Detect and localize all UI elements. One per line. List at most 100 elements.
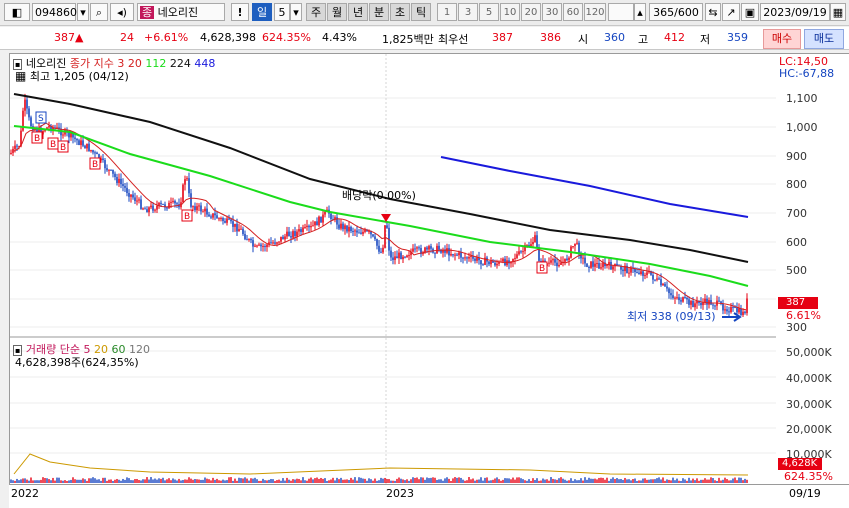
- period-second-button[interactable]: 초: [390, 3, 410, 21]
- candle-body: [298, 229, 300, 232]
- volume-bar: [556, 479, 558, 483]
- price-axis[interactable]: LC:14,50 HC:-67,88 1,100 1,000 900 800 7…: [776, 53, 849, 485]
- interval-120-button[interactable]: 120: [584, 3, 606, 21]
- volume-bar: [522, 479, 524, 483]
- period-minute-button[interactable]: 분: [369, 3, 389, 21]
- interval-10-button[interactable]: 10: [500, 3, 520, 21]
- volume-bar: [182, 479, 184, 483]
- candle-body: [208, 214, 210, 217]
- candle-body: [732, 306, 734, 308]
- volume-bar: [528, 479, 530, 483]
- zoom-range-icon[interactable]: ⇆: [705, 3, 721, 21]
- candle-body: [30, 117, 32, 127]
- volume-bar: [352, 479, 354, 483]
- time-axis[interactable]: 2022 2023 09/19: [9, 484, 849, 508]
- volume-bar: [448, 478, 450, 483]
- volume-bar: [506, 478, 508, 483]
- chart-menu-icon[interactable]: ◧: [4, 3, 30, 21]
- candle-body: [302, 227, 304, 232]
- candle-body: [76, 138, 78, 141]
- code-dropdown-icon[interactable]: ▾: [77, 3, 89, 21]
- interval-input[interactable]: [608, 3, 634, 21]
- volume-bar: [484, 477, 486, 483]
- buy-button[interactable]: 매수: [763, 29, 801, 49]
- sell-button[interactable]: 매도: [804, 29, 844, 49]
- candle-body: [122, 184, 124, 186]
- candle-body: [24, 99, 26, 111]
- volume-bar: [112, 480, 114, 483]
- candle-body: [556, 262, 558, 267]
- speaker-icon[interactable]: ◂): [110, 3, 134, 21]
- candle-body: [14, 145, 16, 149]
- volume-bar: [638, 480, 640, 483]
- period-number-select[interactable]: 5: [274, 3, 290, 21]
- candle-body: [680, 300, 682, 302]
- volume-bar: [396, 478, 398, 483]
- candle-body: [126, 187, 128, 193]
- volume-bar: [384, 477, 386, 483]
- candle-body: [132, 194, 134, 198]
- candle-body: [260, 244, 262, 247]
- period-year-button[interactable]: 년: [348, 3, 368, 21]
- candle-body: [88, 143, 90, 151]
- volume-bar: [500, 480, 502, 483]
- grid-icon: ▦: [15, 69, 27, 83]
- alert-button[interactable]: !: [231, 3, 249, 21]
- candle-body: [216, 215, 218, 219]
- stock-code-input[interactable]: 094860: [32, 3, 77, 21]
- volume-bar: [184, 479, 186, 483]
- candle-body: [474, 258, 476, 261]
- current-volume-tag: 4,628K: [778, 458, 822, 470]
- period-day-button[interactable]: 일: [252, 3, 272, 21]
- volume-bar: [730, 480, 732, 483]
- volume-bar: [354, 477, 356, 483]
- volume-bar: [110, 479, 112, 483]
- candle-body: [518, 251, 520, 255]
- candle-body: [202, 211, 204, 213]
- interval-3-button[interactable]: 3: [458, 3, 478, 21]
- interval-stepper-icon[interactable]: ▴: [634, 3, 646, 21]
- stock-name-field[interactable]: 종 네오리진: [137, 3, 225, 21]
- interval-5-button[interactable]: 5: [479, 3, 499, 21]
- volume-bar: [492, 479, 494, 483]
- volume-bar: [130, 480, 132, 483]
- candle-body: [282, 236, 284, 240]
- candle-body: [564, 258, 566, 262]
- period-dropdown-icon[interactable]: ▾: [290, 3, 302, 21]
- volume-bar: [32, 480, 34, 483]
- interval-20-button[interactable]: 20: [521, 3, 541, 21]
- candle-body: [654, 279, 656, 281]
- period-week-button[interactable]: 주: [306, 3, 326, 21]
- chart-area[interactable]: SBBBBBB ▪ 네오리진 종가 지수 3 20 112 224 448 ▦ …: [9, 53, 778, 485]
- data-count-field[interactable]: 365/600: [649, 3, 703, 21]
- volume-bar: [290, 480, 292, 483]
- volume-bar: [210, 480, 212, 483]
- candle-body: [522, 251, 524, 253]
- volume-bar: [118, 479, 120, 483]
- save-icon[interactable]: ▣: [741, 3, 759, 21]
- date-field[interactable]: 2023/09/19: [760, 3, 830, 21]
- chart-canvas[interactable]: SBB BBBB: [10, 54, 777, 484]
- interval-30-button[interactable]: 30: [542, 3, 562, 21]
- current-volume-pct: 624.35%: [784, 470, 833, 483]
- volume-bar: [300, 480, 302, 483]
- interval-1-button[interactable]: 1: [437, 3, 457, 21]
- volume-bar: [518, 477, 520, 483]
- volume-bar: [572, 480, 574, 483]
- candle-body: [192, 206, 194, 208]
- interval-60-button[interactable]: 60: [563, 3, 583, 21]
- candle-body: [672, 295, 674, 299]
- candle-body: [360, 232, 362, 234]
- candle-body: [692, 300, 694, 308]
- best-bid: 386: [540, 31, 561, 44]
- volume-bar: [28, 480, 30, 483]
- volume-bar: [482, 480, 484, 483]
- calendar-icon[interactable]: ▦: [830, 3, 846, 21]
- line-tool-icon[interactable]: ↗: [722, 3, 740, 21]
- period-month-button[interactable]: 월: [327, 3, 347, 21]
- search-icon[interactable]: ⌕: [90, 3, 108, 21]
- volume-bar: [422, 477, 424, 483]
- volume-bar: [582, 480, 584, 483]
- period-tick-button[interactable]: 틱: [411, 3, 431, 21]
- candle-body: [378, 245, 380, 252]
